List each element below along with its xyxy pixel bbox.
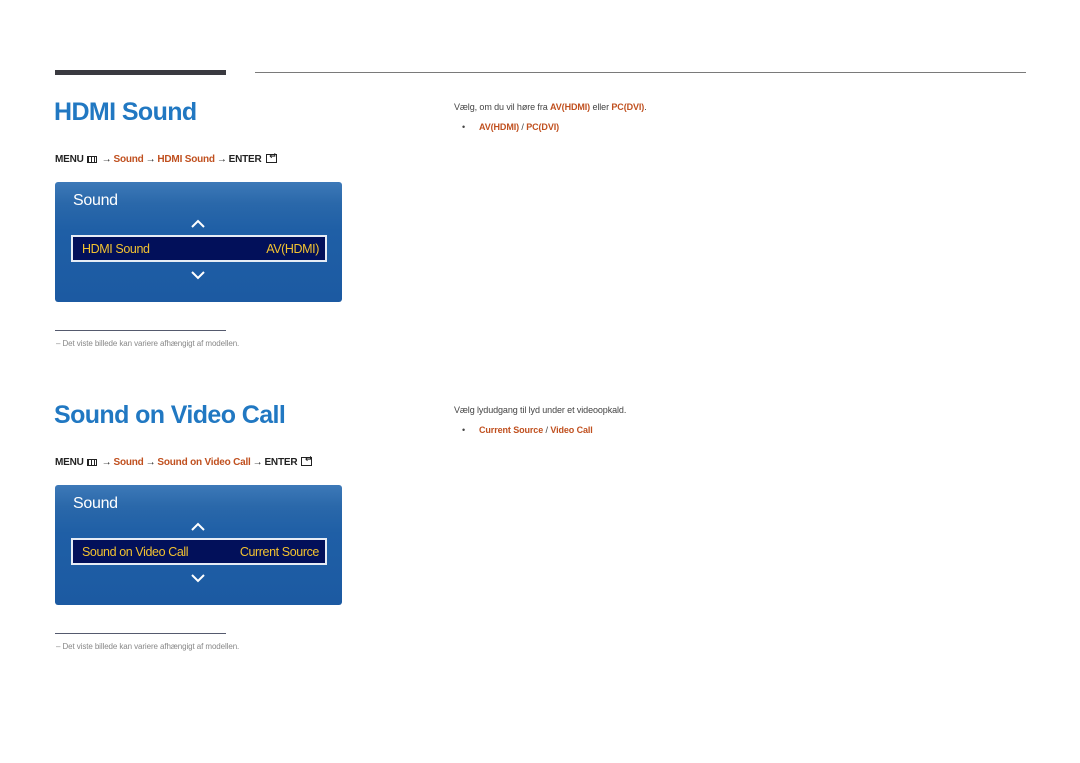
menu-label: MENU — [55, 457, 84, 468]
menu-path-sound-on-video-call: MENU → Sound → Sound on Video Call → ENTER — [55, 454, 313, 468]
header-rule-thin — [255, 72, 1026, 73]
description-sound-on-video-call: Vælg lydudgang til lyd under et videoopk… — [454, 405, 627, 415]
osd-title: Sound — [73, 495, 118, 512]
description-hdmi-sound: Vælg, om du vil høre fra AV(HDMI) eller … — [454, 102, 647, 112]
footnote-dash: – — [56, 642, 61, 651]
menu-label: MENU — [55, 154, 84, 165]
arrow-icon: → — [252, 457, 263, 468]
option-av-hdmi: AV(HDMI) — [479, 122, 520, 132]
description-text: . — [644, 102, 647, 112]
enter-icon — [265, 151, 277, 163]
footnote-rule — [55, 330, 226, 331]
options-list-hdmi-sound: • AV(HDMI) / PC(DVI) — [462, 122, 559, 132]
osd-screen-sound-on-video-call: Sound Sound on Video Call Current Source — [55, 485, 342, 605]
osd-title: Sound — [73, 192, 118, 209]
arrow-icon: → — [216, 154, 227, 165]
option-current-source: Current Source — [479, 425, 544, 435]
arrow-icon: → — [145, 154, 156, 165]
osd-menu-item-sound-on-video-call[interactable]: Sound on Video Call Current Source — [71, 538, 327, 565]
chevron-up-icon[interactable] — [190, 219, 206, 229]
chevron-up-icon[interactable] — [190, 522, 206, 532]
option-video-call: Video Call — [550, 425, 593, 435]
menu-path-hdmi-sound: MENU → Sound → HDMI Sound → ENTER — [55, 151, 277, 165]
option-pc-dvi: PC(DVI) — [526, 122, 560, 132]
osd-item-value: AV(HDMI) — [266, 241, 319, 256]
option-highlight: AV(HDMI) — [550, 102, 591, 112]
footnote-dash: – — [56, 339, 61, 348]
chevron-down-icon[interactable] — [190, 270, 206, 280]
description-text: eller — [590, 102, 612, 112]
description-text: Vælg, om du vil høre fra — [454, 102, 551, 112]
enter-label: ENTER — [264, 457, 298, 468]
bullet-icon: • — [462, 122, 466, 132]
osd-item-label: Sound on Video Call — [82, 544, 189, 559]
enter-label: ENTER — [228, 154, 262, 165]
header-rule-thick — [55, 70, 226, 75]
option-highlight: PC(DVI) — [611, 102, 645, 112]
arrow-icon: → — [101, 457, 112, 468]
menu-step-sound-on-video-call: Sound on Video Call — [157, 457, 251, 468]
menu-icon — [86, 459, 97, 466]
menu-icon — [86, 156, 97, 163]
osd-menu-item-hdmi-sound[interactable]: HDMI Sound AV(HDMI) — [71, 235, 327, 262]
osd-screen-hdmi-sound: Sound HDMI Sound AV(HDMI) — [55, 182, 342, 302]
osd-item-label: HDMI Sound — [82, 241, 150, 256]
menu-step-hdmi-sound: HDMI Sound — [157, 154, 215, 165]
chevron-down-icon[interactable] — [190, 573, 206, 583]
osd-item-value: Current Source — [239, 544, 320, 559]
enter-icon — [301, 454, 313, 466]
footnote-text: Det viste billede kan variere afhængigt … — [62, 339, 240, 348]
menu-step-sound: Sound — [113, 457, 144, 468]
section-title-sound-on-video-call: Sound on Video Call — [54, 401, 286, 429]
footnote-text: Det viste billede kan variere afhængigt … — [62, 642, 240, 651]
options-list-sound-on-video-call: • Current Source / Video Call — [462, 425, 593, 435]
arrow-icon: → — [101, 154, 112, 165]
arrow-icon: → — [145, 457, 156, 468]
section-title-hdmi-sound: HDMI Sound — [54, 98, 197, 126]
footnote: – Det viste billede kan variere afhængig… — [56, 642, 239, 651]
footnote: – Det viste billede kan variere afhængig… — [56, 339, 239, 348]
bullet-icon: • — [462, 425, 466, 435]
menu-step-sound: Sound — [113, 154, 144, 165]
footnote-rule — [55, 633, 226, 634]
